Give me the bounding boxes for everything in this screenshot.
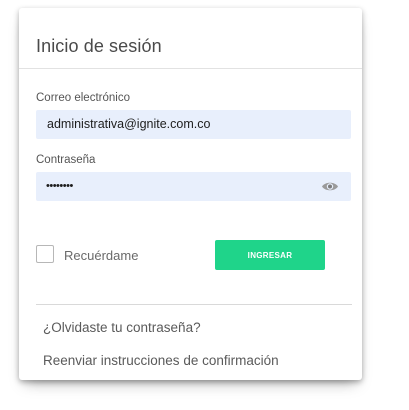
- resend-instructions-link[interactable]: Reenviar instrucciones de confirmación: [43, 353, 279, 368]
- email-value: administrativa@ignite.com.co: [47, 117, 211, 131]
- submit-button[interactable]: INGRESAR: [215, 240, 325, 270]
- eye-icon[interactable]: [321, 180, 339, 193]
- password-field[interactable]: ••••••••: [36, 172, 351, 201]
- email-field[interactable]: administrativa@ignite.com.co: [36, 110, 351, 139]
- password-label: Contraseña: [36, 154, 96, 166]
- header-divider: [19, 68, 362, 69]
- page-title: Inicio de sesión: [36, 36, 162, 56]
- email-label: Correo electrónico: [36, 92, 130, 104]
- password-value: ••••••••: [46, 180, 73, 192]
- links-divider: [36, 304, 352, 305]
- remember-label[interactable]: Recuérdame: [64, 248, 138, 263]
- login-card: Inicio de sesión Correo electrónico admi…: [19, 8, 362, 380]
- forgot-password-link[interactable]: ¿Olvidaste tu contraseña?: [43, 320, 201, 335]
- remember-checkbox[interactable]: [36, 245, 54, 263]
